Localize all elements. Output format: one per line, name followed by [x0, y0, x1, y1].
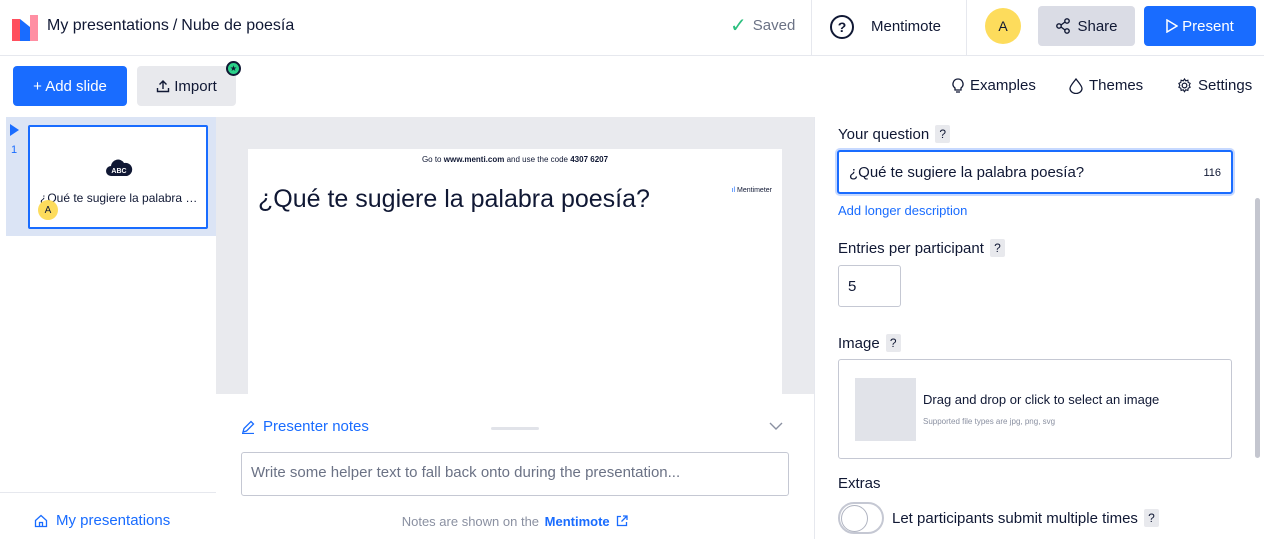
slide-preview[interactable]: Go to www.menti.com and use the code 430…	[248, 149, 782, 394]
import-button[interactable]: Import	[137, 66, 236, 106]
brand-label: Mentimeter	[736, 187, 772, 194]
entries-field-label: Entries per participant ?	[838, 239, 1005, 257]
help-icon[interactable]: ?	[1143, 509, 1159, 527]
image-supported-types: Supported file types are jpg, png, svg	[923, 417, 1056, 426]
check-icon: ✓	[730, 14, 747, 37]
multiple-submissions-toggle[interactable]	[838, 502, 884, 534]
add-longer-description-link[interactable]: Add longer description	[838, 203, 967, 218]
mentimeter-logo-icon[interactable]	[12, 15, 38, 41]
presenter-notes-label: Presenter notes	[263, 418, 369, 435]
word-cloud-icon-text: ABC	[111, 168, 126, 175]
image-placeholder	[855, 378, 916, 441]
divider	[966, 0, 967, 56]
question-value: ¿Qué te sugiere la palabra poesía?	[849, 164, 1085, 181]
slide-thumbnail[interactable]: ABC ¿Qué te sugiere la palabra poesía? A	[28, 125, 208, 229]
divider	[811, 0, 812, 56]
image-drop-instructions: Drag and drop or click to select an imag…	[923, 392, 1160, 407]
mentimote-link[interactable]: Mentimote	[871, 18, 941, 35]
avatar: A	[38, 200, 58, 220]
themes-button[interactable]: Themes	[1069, 77, 1143, 94]
top-bar: My presentations / Nube de poesía ✓ Saved …	[0, 0, 1264, 56]
mentimote-footer-link[interactable]: Mentimote	[545, 514, 610, 529]
presenter-notes-input[interactable]: Write some helper text to fall back onto…	[241, 452, 789, 496]
slide-number: 1	[11, 144, 18, 156]
extras-heading: Extras	[838, 475, 881, 492]
lightbulb-icon	[952, 77, 964, 93]
image-dropzone[interactable]: Drag and drop or click to select an imag…	[838, 359, 1232, 459]
breadcrumb-my-presentations[interactable]: My presentations	[47, 17, 169, 34]
star-badge-icon: ★	[226, 61, 241, 76]
entries-per-participant-input[interactable]: 5	[838, 265, 901, 307]
share-icon	[1056, 18, 1071, 34]
word-cloud-abc-icon: ABC	[106, 159, 133, 176]
join-url: www.menti.com	[443, 155, 505, 164]
avatar[interactable]: A	[985, 8, 1021, 44]
presenter-notes-header[interactable]: Presenter notes	[241, 418, 369, 435]
character-count: 116	[1203, 167, 1221, 179]
help-icon[interactable]: ?	[989, 239, 1005, 257]
presentation-name[interactable]: Nube de poesía	[181, 17, 294, 34]
share-button[interactable]: Share	[1038, 6, 1135, 46]
question-label: Your question	[838, 125, 930, 143]
slide-title[interactable]: ¿Qué te sugiere la palabra poesía?	[258, 185, 650, 214]
mentimeter-brand: ıl Mentimeter	[731, 187, 772, 194]
help-icon[interactable]: ?	[885, 334, 901, 352]
notes-footer: Notes are shown on the Mentimote	[0, 514, 814, 529]
current-slide-marker-icon	[10, 124, 19, 136]
image-field-label: Image ?	[838, 334, 901, 352]
examples-button[interactable]: Examples	[952, 77, 1036, 94]
import-label: Import	[174, 77, 217, 95]
multiple-submissions-label: Let participants submit multiple times	[892, 509, 1138, 527]
divider	[0, 492, 216, 493]
external-link-icon[interactable]	[616, 515, 628, 527]
settings-button[interactable]: Settings	[1177, 77, 1252, 94]
entries-label: Entries per participant	[838, 239, 984, 257]
join-code: 4307 6207	[570, 155, 609, 164]
breadcrumb: My presentations / Nube de poesía	[47, 17, 294, 35]
chevron-down-icon[interactable]	[768, 418, 784, 434]
breadcrumb-separator: /	[172, 17, 178, 34]
examples-label: Examples	[970, 77, 1036, 94]
join-instructions: Go to www.menti.com and use the code 430…	[248, 155, 782, 164]
saved-label: Saved	[752, 17, 796, 34]
saved-status: ✓ Saved	[730, 14, 796, 37]
help-icon[interactable]: ?	[830, 15, 854, 39]
notes-footer-text: Notes are shown on the	[401, 514, 540, 529]
share-label: Share	[1077, 17, 1118, 35]
upload-icon	[157, 80, 170, 93]
help-icon[interactable]: ?	[935, 125, 951, 143]
multiple-submissions-field: Let participants submit multiple times ?	[892, 509, 1159, 527]
join-prefix: Go to	[421, 155, 442, 164]
present-label: Present	[1182, 17, 1234, 35]
question-field-label: Your question ?	[838, 125, 951, 143]
add-slide-button[interactable]: + Add slide	[13, 66, 127, 106]
droplet-icon	[1069, 77, 1083, 94]
scrollbar[interactable]	[1255, 198, 1260, 458]
slide-thumbnail-title: ¿Qué te sugiere la palabra poesía?	[40, 191, 202, 205]
question-input[interactable]: ¿Qué te sugiere la palabra poesía? 116	[837, 150, 1233, 194]
toggle-knob	[841, 505, 868, 532]
image-label: Image	[838, 334, 880, 352]
present-button[interactable]: Present	[1144, 6, 1256, 46]
settings-label: Settings	[1198, 77, 1253, 94]
join-middle: and use the code	[506, 155, 568, 164]
pencil-icon	[242, 420, 255, 434]
play-icon	[1166, 19, 1179, 33]
resize-handle[interactable]	[491, 427, 539, 430]
gear-icon	[1178, 78, 1191, 93]
themes-label: Themes	[1089, 77, 1144, 94]
extras-label: Extras	[838, 475, 881, 492]
